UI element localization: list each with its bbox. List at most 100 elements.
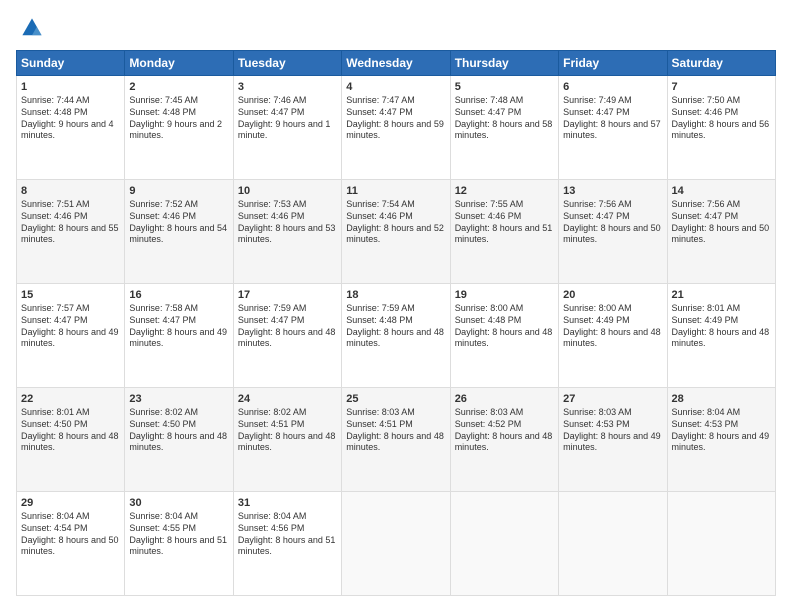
- day-info: Sunrise: 7:44 AM: [21, 95, 120, 107]
- day-info: Sunrise: 7:48 AM: [455, 95, 554, 107]
- day-info: Sunrise: 7:56 AM: [563, 199, 662, 211]
- day-info: Daylight: 8 hours and 48 minutes.: [455, 431, 554, 454]
- day-info: Sunset: 4:47 PM: [21, 315, 120, 327]
- day-number: 9: [129, 184, 228, 198]
- day-info: Sunset: 4:50 PM: [21, 419, 120, 431]
- day-info: Sunset: 4:53 PM: [672, 419, 771, 431]
- calendar-cell: 3Sunrise: 7:46 AMSunset: 4:47 PMDaylight…: [233, 76, 341, 180]
- day-info: Daylight: 8 hours and 50 minutes.: [21, 535, 120, 558]
- day-header-monday: Monday: [125, 51, 233, 76]
- day-info: Daylight: 8 hours and 48 minutes.: [455, 327, 554, 350]
- day-info: Sunrise: 7:52 AM: [129, 199, 228, 211]
- day-info: Sunrise: 7:57 AM: [21, 303, 120, 315]
- day-number: 29: [21, 496, 120, 510]
- day-number: 31: [238, 496, 337, 510]
- day-info: Sunrise: 7:53 AM: [238, 199, 337, 211]
- day-info: Sunset: 4:47 PM: [129, 315, 228, 327]
- day-info: Sunrise: 7:51 AM: [21, 199, 120, 211]
- day-info: Sunset: 4:46 PM: [346, 211, 445, 223]
- day-number: 30: [129, 496, 228, 510]
- day-number: 8: [21, 184, 120, 198]
- day-info: Sunset: 4:51 PM: [346, 419, 445, 431]
- calendar-table: SundayMondayTuesdayWednesdayThursdayFrid…: [16, 50, 776, 596]
- logo: [16, 16, 44, 40]
- day-info: Sunset: 4:53 PM: [563, 419, 662, 431]
- day-info: Sunrise: 7:56 AM: [672, 199, 771, 211]
- day-info: Sunset: 4:51 PM: [238, 419, 337, 431]
- day-info: Sunset: 4:47 PM: [563, 107, 662, 119]
- day-info: Daylight: 9 hours and 2 minutes.: [129, 119, 228, 142]
- day-info: Sunset: 4:47 PM: [238, 315, 337, 327]
- calendar-cell: 30Sunrise: 8:04 AMSunset: 4:55 PMDayligh…: [125, 492, 233, 596]
- day-info: Sunset: 4:46 PM: [129, 211, 228, 223]
- day-info: Sunset: 4:47 PM: [346, 107, 445, 119]
- day-info: Daylight: 8 hours and 57 minutes.: [563, 119, 662, 142]
- day-info: Sunset: 4:46 PM: [455, 211, 554, 223]
- calendar-cell: 26Sunrise: 8:03 AMSunset: 4:52 PMDayligh…: [450, 388, 558, 492]
- day-info: Daylight: 8 hours and 51 minutes.: [129, 535, 228, 558]
- day-info: Sunset: 4:50 PM: [129, 419, 228, 431]
- day-info: Daylight: 8 hours and 48 minutes.: [21, 431, 120, 454]
- calendar-cell: 22Sunrise: 8:01 AMSunset: 4:50 PMDayligh…: [17, 388, 125, 492]
- day-number: 22: [21, 392, 120, 406]
- day-info: Sunset: 4:52 PM: [455, 419, 554, 431]
- day-info: Daylight: 8 hours and 48 minutes.: [238, 431, 337, 454]
- calendar-cell: 31Sunrise: 8:04 AMSunset: 4:56 PMDayligh…: [233, 492, 341, 596]
- day-info: Sunset: 4:48 PM: [21, 107, 120, 119]
- calendar-cell: 10Sunrise: 7:53 AMSunset: 4:46 PMDayligh…: [233, 180, 341, 284]
- day-info: Sunset: 4:56 PM: [238, 523, 337, 535]
- day-number: 6: [563, 80, 662, 94]
- day-number: 20: [563, 288, 662, 302]
- day-info: Daylight: 8 hours and 59 minutes.: [346, 119, 445, 142]
- calendar-cell: [559, 492, 667, 596]
- day-info: Daylight: 8 hours and 50 minutes.: [563, 223, 662, 246]
- calendar-cell: 8Sunrise: 7:51 AMSunset: 4:46 PMDaylight…: [17, 180, 125, 284]
- day-header-saturday: Saturday: [667, 51, 775, 76]
- calendar-cell: 18Sunrise: 7:59 AMSunset: 4:48 PMDayligh…: [342, 284, 450, 388]
- calendar-cell: 19Sunrise: 8:00 AMSunset: 4:48 PMDayligh…: [450, 284, 558, 388]
- calendar-cell: 17Sunrise: 7:59 AMSunset: 4:47 PMDayligh…: [233, 284, 341, 388]
- day-number: 27: [563, 392, 662, 406]
- day-info: Sunset: 4:48 PM: [129, 107, 228, 119]
- day-number: 1: [21, 80, 120, 94]
- calendar-cell: 7Sunrise: 7:50 AMSunset: 4:46 PMDaylight…: [667, 76, 775, 180]
- day-info: Sunrise: 7:59 AM: [346, 303, 445, 315]
- day-info: Daylight: 8 hours and 49 minutes.: [672, 431, 771, 454]
- day-header-thursday: Thursday: [450, 51, 558, 76]
- day-info: Sunset: 4:46 PM: [672, 107, 771, 119]
- day-header-friday: Friday: [559, 51, 667, 76]
- day-info: Sunrise: 8:01 AM: [21, 407, 120, 419]
- page: SundayMondayTuesdayWednesdayThursdayFrid…: [0, 0, 792, 612]
- day-info: Daylight: 8 hours and 52 minutes.: [346, 223, 445, 246]
- day-number: 19: [455, 288, 554, 302]
- day-number: 18: [346, 288, 445, 302]
- day-info: Sunset: 4:48 PM: [455, 315, 554, 327]
- day-number: 11: [346, 184, 445, 198]
- day-info: Sunset: 4:54 PM: [21, 523, 120, 535]
- day-info: Sunrise: 7:45 AM: [129, 95, 228, 107]
- calendar-cell: 24Sunrise: 8:02 AMSunset: 4:51 PMDayligh…: [233, 388, 341, 492]
- day-info: Sunset: 4:49 PM: [563, 315, 662, 327]
- calendar-cell: 16Sunrise: 7:58 AMSunset: 4:47 PMDayligh…: [125, 284, 233, 388]
- day-number: 17: [238, 288, 337, 302]
- day-number: 25: [346, 392, 445, 406]
- logo-icon: [20, 16, 44, 40]
- day-info: Sunset: 4:47 PM: [672, 211, 771, 223]
- day-info: Daylight: 8 hours and 55 minutes.: [21, 223, 120, 246]
- calendar-cell: 20Sunrise: 8:00 AMSunset: 4:49 PMDayligh…: [559, 284, 667, 388]
- calendar-cell: 4Sunrise: 7:47 AMSunset: 4:47 PMDaylight…: [342, 76, 450, 180]
- day-number: 2: [129, 80, 228, 94]
- calendar-cell: 5Sunrise: 7:48 AMSunset: 4:47 PMDaylight…: [450, 76, 558, 180]
- day-number: 21: [672, 288, 771, 302]
- day-info: Sunrise: 7:47 AM: [346, 95, 445, 107]
- calendar-cell: 13Sunrise: 7:56 AMSunset: 4:47 PMDayligh…: [559, 180, 667, 284]
- day-info: Sunrise: 7:46 AM: [238, 95, 337, 107]
- calendar-cell: [450, 492, 558, 596]
- day-info: Sunrise: 7:55 AM: [455, 199, 554, 211]
- day-number: 10: [238, 184, 337, 198]
- day-info: Sunset: 4:47 PM: [455, 107, 554, 119]
- day-number: 7: [672, 80, 771, 94]
- day-info: Sunrise: 7:58 AM: [129, 303, 228, 315]
- day-info: Sunrise: 8:04 AM: [238, 511, 337, 523]
- day-info: Daylight: 8 hours and 53 minutes.: [238, 223, 337, 246]
